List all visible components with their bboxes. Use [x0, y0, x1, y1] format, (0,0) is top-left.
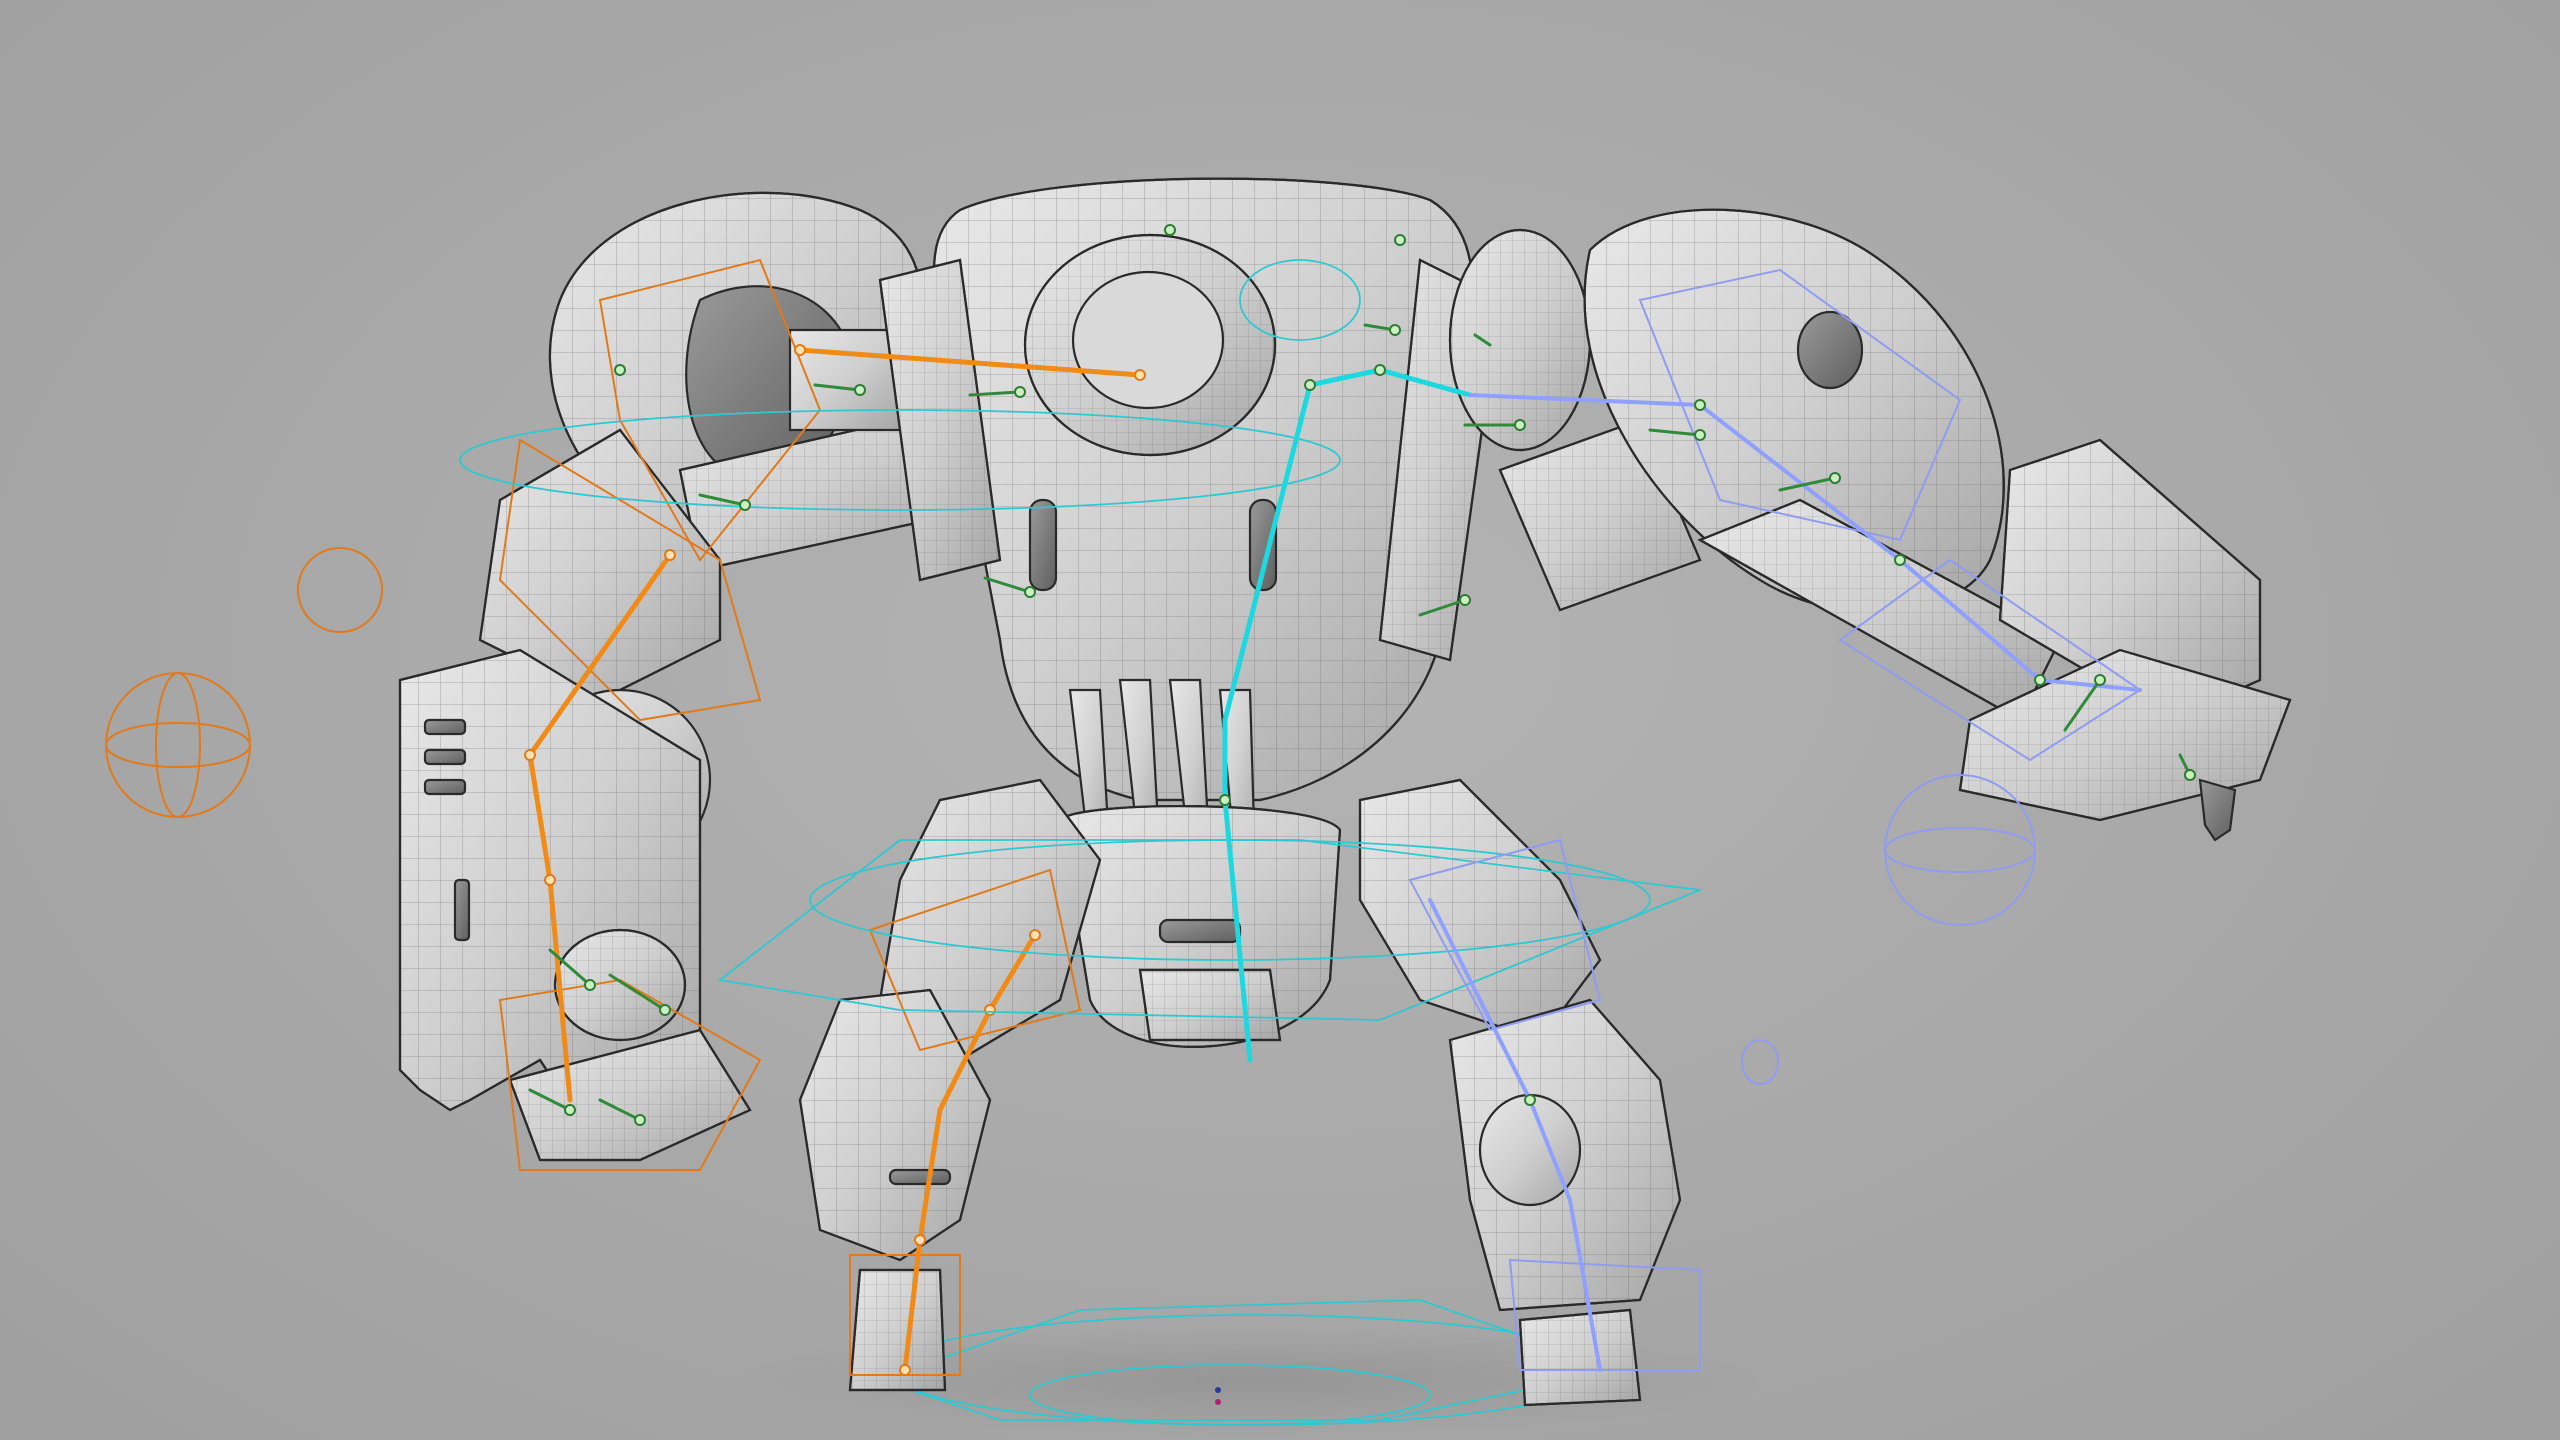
torso[interactable] [878, 177, 1502, 862]
robot-scene[interactable] [0, 0, 2560, 1440]
right-leg[interactable] [1358, 778, 1682, 1407]
left-ik-sphere-control [105, 672, 251, 818]
3d-viewport[interactable] [0, 0, 2560, 1440]
left-arm[interactable] [398, 428, 752, 1162]
right-ik-sphere-control [1884, 774, 2036, 926]
